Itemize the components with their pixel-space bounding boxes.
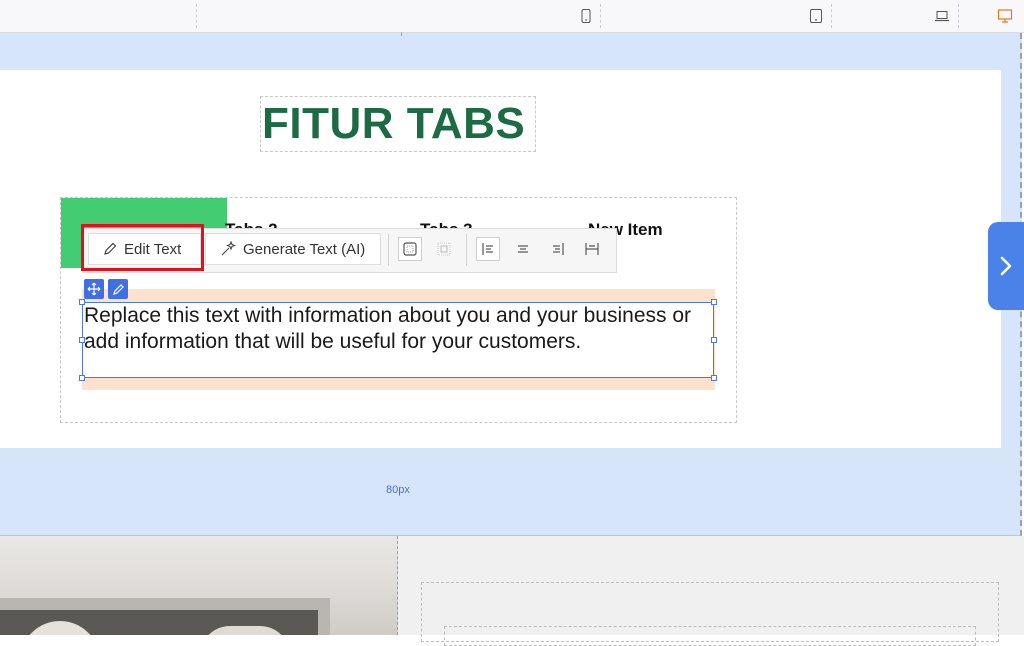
toolbar-divider	[831, 4, 832, 28]
justify-icon[interactable]	[580, 237, 604, 261]
section-padding-label: 80px	[386, 484, 410, 496]
toolbar-divider	[466, 234, 467, 266]
toolbar-divider	[388, 234, 389, 266]
tablet-icon[interactable]	[809, 9, 823, 23]
next-panel-button[interactable]	[988, 222, 1024, 310]
body-text[interactable]: Replace this text with information about…	[83, 303, 704, 355]
content-inner-block[interactable]	[444, 626, 976, 646]
align-left-icon[interactable]	[476, 237, 500, 261]
mobile-icon[interactable]	[579, 9, 593, 23]
toolbar-divider	[196, 4, 197, 28]
section-divider	[401, 32, 404, 36]
desktop-icon[interactable]	[997, 9, 1013, 23]
resize-handle[interactable]	[711, 337, 717, 343]
resize-handle[interactable]	[79, 337, 85, 343]
laptop-icon[interactable]	[934, 9, 950, 23]
device-toolbar	[0, 0, 1024, 33]
toolbar-divider	[958, 4, 959, 28]
generate-text-label: Generate Text (AI)	[243, 240, 366, 258]
margin-box-icon[interactable]	[432, 237, 456, 261]
edit-text-highlight	[81, 224, 204, 271]
generate-text-ai-button[interactable]: Generate Text (AI)	[205, 233, 381, 265]
section-image[interactable]	[0, 536, 398, 635]
toolbar-divider	[600, 4, 601, 28]
page-title[interactable]: FITUR TABS	[262, 96, 536, 152]
pencil-icon[interactable]	[108, 279, 128, 299]
align-center-icon[interactable]	[511, 237, 535, 261]
resize-handle[interactable]	[711, 299, 717, 305]
sparkle-icon	[221, 241, 236, 256]
resize-handle[interactable]	[79, 299, 85, 305]
resize-handle[interactable]	[79, 375, 85, 381]
align-right-icon[interactable]	[546, 237, 570, 261]
text-element[interactable]: Replace this text with information about…	[82, 302, 714, 378]
chevron-right-icon	[1000, 256, 1012, 276]
move-icon[interactable]	[84, 279, 104, 299]
padding-box-icon[interactable]	[398, 237, 422, 261]
resize-handle[interactable]	[711, 375, 717, 381]
